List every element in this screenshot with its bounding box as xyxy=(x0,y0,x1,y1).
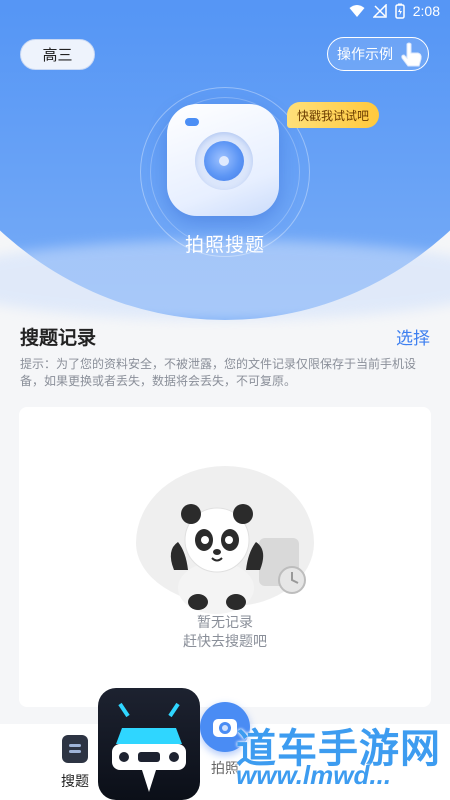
watermark-logo xyxy=(98,688,200,800)
status-bar: 2:08 xyxy=(0,0,450,24)
watermark-url: www.lmwd... xyxy=(236,760,392,790)
photo-search-title[interactable]: 拍照搜题 xyxy=(0,230,450,257)
camera-capture-button[interactable] xyxy=(167,104,279,216)
camera-lens-highlight xyxy=(219,156,229,166)
nav-item-search[interactable]: 搜题 xyxy=(44,724,106,800)
pointing-hand-icon xyxy=(401,42,422,67)
history-title: 搜题记录 xyxy=(20,327,97,349)
status-icons: 2:08 xyxy=(349,3,440,19)
nav-label-search: 搜题 xyxy=(61,774,89,790)
demo-button[interactable]: 操作示例 xyxy=(327,37,429,71)
grade-selector-button[interactable]: 高三 xyxy=(20,39,95,70)
document-icon xyxy=(62,735,88,763)
empty-state-title: 暂无记录 xyxy=(197,615,253,631)
empty-state-subtitle: 赶快去搜题吧 xyxy=(183,634,267,650)
nav-label-photo: 拍照 xyxy=(211,761,239,777)
privacy-notice: 提示：为了您的资料安全，不被泄露，您的文件记录仅限保存于当前手机设备，如果更换或… xyxy=(20,357,417,388)
try-it-bubble[interactable]: 快戳我试试吧 xyxy=(287,102,379,128)
panda-illustration-icon xyxy=(170,504,306,614)
select-button[interactable]: 选择 xyxy=(396,324,430,349)
signal-icon xyxy=(372,4,387,18)
status-time: 2:08 xyxy=(412,3,440,19)
demo-button-label: 操作示例 xyxy=(337,47,393,63)
camera-flash xyxy=(185,118,199,126)
battery-icon xyxy=(395,3,405,19)
wifi-icon xyxy=(349,5,365,17)
